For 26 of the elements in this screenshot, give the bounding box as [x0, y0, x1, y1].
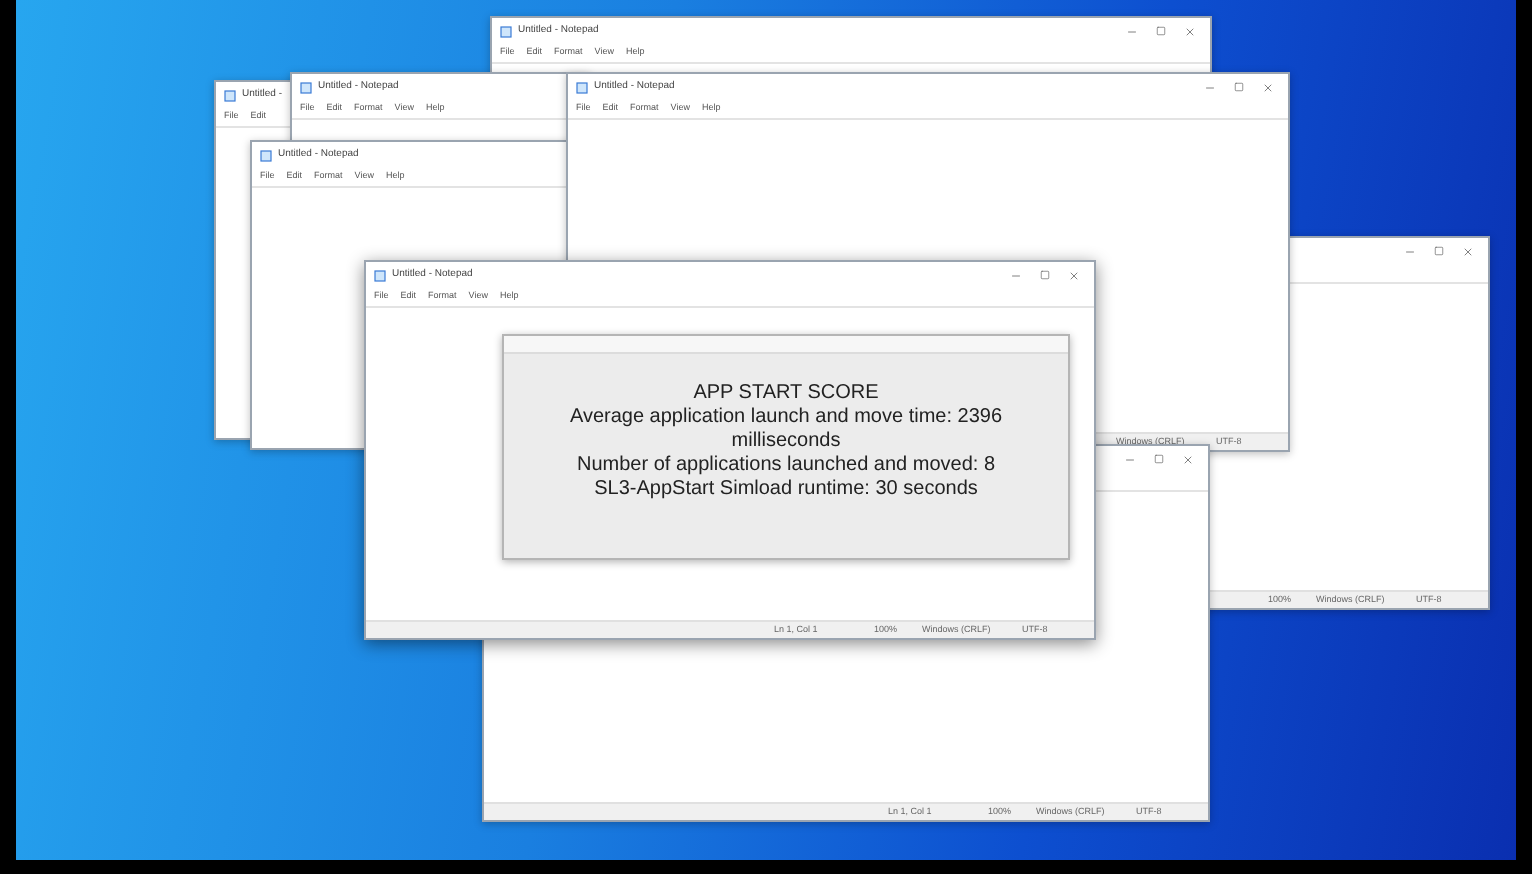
maximize-icon[interactable]: [1154, 454, 1164, 464]
close-icon[interactable]: [1068, 269, 1080, 281]
minimize-icon[interactable]: [1204, 81, 1216, 93]
maximize-icon[interactable]: [1434, 246, 1444, 256]
maximize-icon[interactable]: [1040, 270, 1050, 280]
notepad-icon: [374, 269, 386, 281]
close-icon[interactable]: [1182, 453, 1194, 465]
notepad-icon: [576, 81, 588, 93]
score-text: SL3-AppStart Simload runtime: 30 seconds: [594, 478, 978, 502]
minimize-icon[interactable]: [1124, 453, 1136, 465]
minimize-icon[interactable]: [1126, 25, 1138, 37]
notepad-icon: [260, 149, 272, 161]
score-text: Average application launch and move time: 2396: [569, 406, 1003, 430]
score-text: Number of applications launched and moved: 8: [576, 454, 996, 478]
score-text: milliseconds: [731, 430, 841, 454]
minimize-icon[interactable]: [1010, 269, 1022, 281]
notepad-icon: [500, 25, 512, 37]
close-icon[interactable]: [1462, 245, 1474, 257]
close-icon[interactable]: [1184, 25, 1196, 37]
close-icon[interactable]: [1262, 81, 1274, 93]
notepad-icon: [224, 89, 236, 101]
score-text: APP START SCORE: [693, 382, 879, 406]
maximize-icon[interactable]: [1234, 82, 1244, 92]
maximize-icon[interactable]: [1156, 26, 1166, 36]
minimize-icon[interactable]: [1404, 245, 1416, 257]
notepad-icon: [300, 81, 312, 93]
